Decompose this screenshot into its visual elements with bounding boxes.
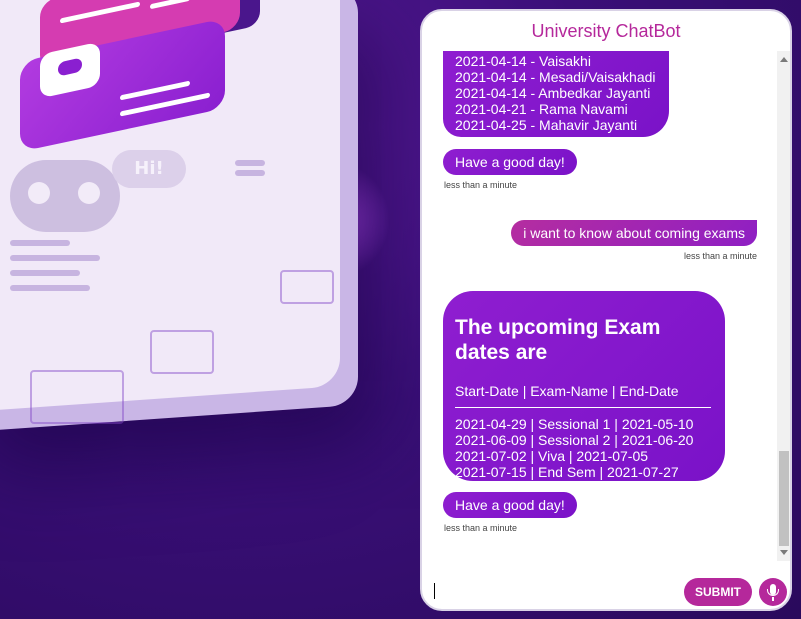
exam-heading: The upcoming Exam dates are xyxy=(455,316,661,364)
text-caret xyxy=(434,583,435,599)
hi-bubble-decoration: Hi! xyxy=(112,150,186,188)
chat-panel: University ChatBot 2021-04-14 - Vaisakhi… xyxy=(420,9,792,611)
exam-row: 2021-07-02 | Viva | 2021-07-05 xyxy=(455,448,649,464)
exam-rows: 2021-04-29 | Sessional 1 | 2021-05-10 20… xyxy=(455,416,713,480)
menu-line-decoration xyxy=(235,170,265,176)
exam-row: 2021-04-29 | Sessional 1 | 2021-05-10 xyxy=(455,416,694,432)
text-line-decoration xyxy=(10,255,100,261)
robot-head-icon xyxy=(10,160,120,232)
outline-decoration xyxy=(30,370,124,424)
exam-row: 2021-06-09 | Sessional 2 | 2021-06-20 xyxy=(455,432,694,448)
scroll-thumb[interactable] xyxy=(779,451,789,546)
exam-dates-bubble: The upcoming Exam dates are Start-Date |… xyxy=(443,291,725,481)
outline-decoration xyxy=(150,330,214,374)
text-line-decoration xyxy=(10,285,90,291)
text-line-decoration xyxy=(10,240,70,246)
scroll-up-arrow-icon[interactable] xyxy=(780,57,788,62)
chat-title: University ChatBot xyxy=(531,21,681,41)
holiday-item: 2021-04-25 - Mahavir Jayanti xyxy=(455,117,638,133)
message-timestamp: less than a minute xyxy=(683,251,757,261)
background-illustration: Hi! xyxy=(0,0,420,619)
holiday-item: 2021-04-14 - Mesadi/Vaisakhadi xyxy=(455,69,656,85)
text-line-decoration xyxy=(10,270,80,276)
input-area: SUBMIT xyxy=(422,569,790,609)
scroll-down-arrow-icon[interactable] xyxy=(780,550,788,555)
holiday-item: 2021-04-14 - Vaisakhi xyxy=(455,53,591,69)
message-input[interactable] xyxy=(432,575,681,605)
microphone-icon[interactable] xyxy=(759,578,787,606)
message-timestamp: less than a minute xyxy=(444,523,518,533)
outline-decoration xyxy=(280,270,334,304)
exam-table-header: Start-Date | Exam-Name | End-Date xyxy=(455,383,711,408)
user-message-bubble: i want to know about coming exams xyxy=(511,220,757,246)
holiday-item: 2021-04-21 - Rama Navami xyxy=(455,101,628,117)
holiday-list-bubble: 2021-04-14 - Vaisakhi 2021-04-14 - Mesad… xyxy=(443,51,669,137)
bot-greeting-bubble: Have a good day! xyxy=(443,492,577,518)
message-area: 2021-04-14 - Vaisakhi 2021-04-14 - Mesad… xyxy=(422,51,777,561)
bot-greeting-bubble: Have a good day! xyxy=(443,149,577,175)
message-scrollbar[interactable] xyxy=(777,51,790,561)
menu-line-decoration xyxy=(235,160,265,166)
submit-button[interactable]: SUBMIT xyxy=(684,578,752,606)
exam-row: 2021-07-15 | End Sem | 2021-07-27 xyxy=(455,464,679,480)
message-timestamp: less than a minute xyxy=(444,180,518,190)
holiday-item: 2021-04-14 - Ambedkar Jayanti xyxy=(455,85,651,101)
